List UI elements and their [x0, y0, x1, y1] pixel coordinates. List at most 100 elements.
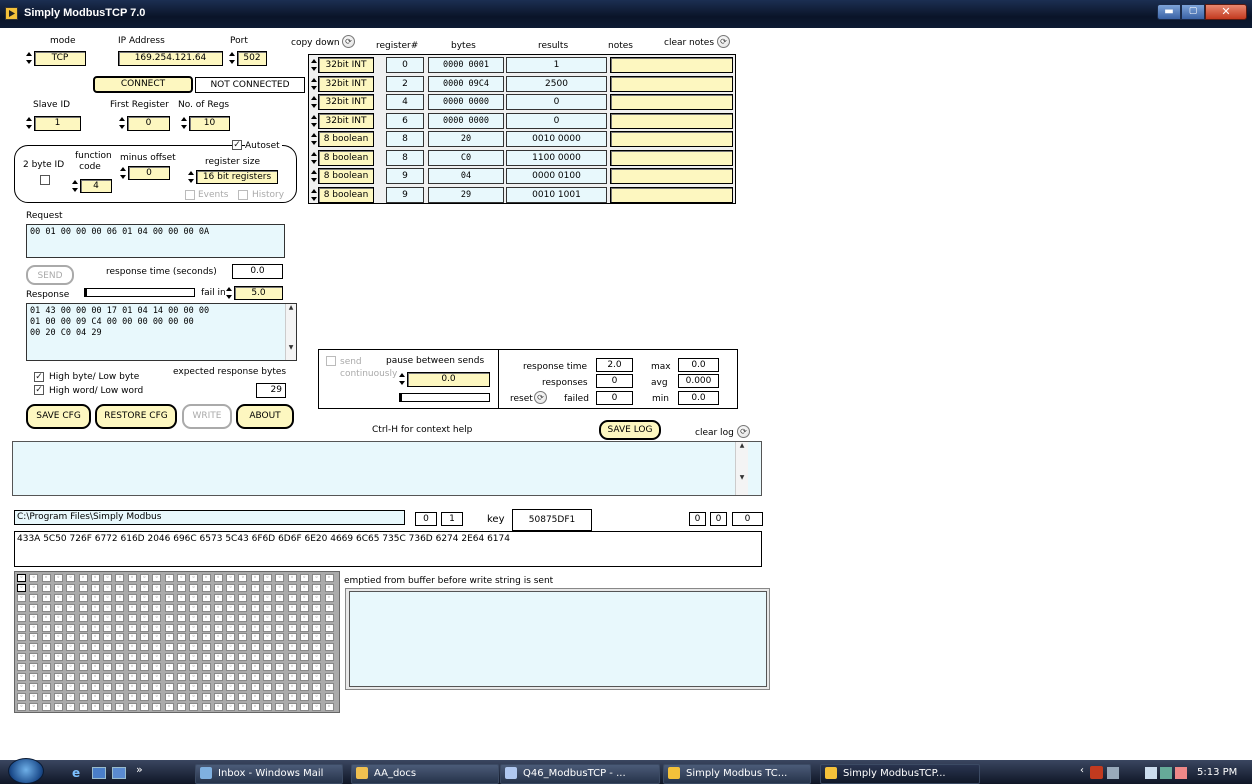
grid-cell[interactable]: ◦ [250, 692, 260, 701]
row-type[interactable]: 32bit INT [318, 113, 374, 129]
grid-cell[interactable]: ◦ [275, 663, 285, 672]
grid-cell[interactable]: ◦ [275, 603, 285, 612]
grid-cell[interactable]: ◦ [176, 593, 186, 602]
grid-cell[interactable]: ◦ [78, 603, 88, 612]
grid-cell[interactable]: ◦ [287, 673, 297, 681]
grid-cell[interactable]: ◦ [176, 702, 186, 711]
grid-cell[interactable]: ◦ [17, 702, 26, 711]
grid-cell[interactable]: ◦ [127, 653, 137, 662]
grid-cell[interactable]: ◦ [238, 663, 248, 672]
log-scrollbar[interactable]: ▲ ▼ [735, 442, 748, 495]
grid-cell[interactable]: ◦ [41, 682, 51, 691]
grid-cell[interactable]: ◦ [17, 653, 26, 662]
row-type[interactable]: 32bit INT [318, 76, 374, 92]
grid-cell[interactable]: ◦ [213, 653, 223, 662]
type-spinner[interactable] [311, 132, 317, 146]
quicklaunch-desktop-icon[interactable] [92, 767, 106, 779]
type-spinner[interactable] [311, 188, 317, 202]
grid-cell[interactable]: ◦ [275, 702, 285, 711]
grid-cell[interactable]: ◦ [176, 682, 186, 691]
grid-cell[interactable]: ◦ [115, 593, 125, 602]
restore-cfg-button[interactable]: RESTORE CFG [95, 404, 177, 429]
grid-cell[interactable]: ◦ [115, 702, 125, 711]
connect-button[interactable]: CONNECT [93, 76, 193, 93]
grid-cell[interactable]: ◦ [127, 583, 137, 592]
grid-cell[interactable]: ◦ [287, 682, 297, 691]
grid-cell[interactable]: ◦ [201, 593, 211, 602]
grid-cell[interactable]: ◦ [29, 653, 39, 662]
grid-cell[interactable]: ◦ [152, 663, 162, 672]
grid-cell[interactable]: ◦ [29, 702, 39, 711]
row-type[interactable]: 32bit INT [318, 57, 374, 73]
grid-cell[interactable]: ◦ [103, 623, 113, 632]
grid-cell[interactable]: ◦ [164, 583, 174, 592]
history-checkbox[interactable] [238, 190, 248, 200]
grid-cell[interactable]: ◦ [78, 653, 88, 662]
grid-cell[interactable]: ◦ [324, 692, 334, 701]
grid-cell[interactable]: ◦ [312, 574, 322, 582]
grid-cell[interactable]: ◦ [66, 682, 76, 691]
grid-cell[interactable]: ◦ [41, 653, 51, 662]
grid-cell[interactable]: ◦ [287, 663, 297, 672]
grid-cell[interactable]: ◦ [238, 692, 248, 701]
write-button[interactable]: WRITE [182, 404, 232, 429]
grid-cell[interactable]: ◦ [164, 633, 174, 642]
save-log-button[interactable]: SAVE LOG [599, 420, 661, 440]
grid-cell[interactable]: ◦ [189, 692, 199, 701]
grid-cell[interactable]: ◦ [238, 653, 248, 662]
grid-cell[interactable]: ◦ [176, 574, 186, 582]
grid-cell[interactable]: ◦ [226, 673, 236, 681]
grid-cell[interactable]: ◦ [29, 613, 39, 622]
port-input[interactable]: 502 [237, 51, 267, 66]
grid-cell[interactable]: ◦ [189, 603, 199, 612]
grid-cell[interactable]: ◦ [287, 574, 297, 582]
grid-cell[interactable]: ◦ [115, 643, 125, 652]
grid-cell[interactable]: ◦ [78, 663, 88, 672]
grid-cell[interactable]: ◦ [164, 653, 174, 662]
grid-cell[interactable]: ◦ [140, 663, 149, 672]
grid-cell[interactable]: ◦ [275, 643, 285, 652]
grid-cell[interactable]: ◦ [238, 574, 248, 582]
grid-cell[interactable]: ◦ [152, 593, 162, 602]
grid-cell[interactable]: ◦ [90, 633, 100, 642]
grid-cell[interactable]: ◦ [324, 623, 334, 632]
grid-cell[interactable]: ◦ [263, 593, 272, 602]
grid-cell[interactable]: ◦ [53, 682, 63, 691]
grid-cell[interactable]: ◦ [226, 653, 236, 662]
grid-cell[interactable]: ◦ [41, 574, 51, 582]
grid-cell[interactable]: ◦ [127, 574, 137, 582]
grid-cell[interactable]: ◦ [213, 702, 223, 711]
grid-cell[interactable]: ◦ [176, 583, 186, 592]
taskbar-item-modbus2[interactable]: Simply ModbusTCP... [820, 764, 980, 784]
grid-cell[interactable]: ◦ [127, 603, 137, 612]
grid-cell[interactable]: ◦ [189, 673, 199, 681]
grid-cell[interactable]: ◦ [152, 692, 162, 701]
grid-cell[interactable]: ◦ [250, 682, 260, 691]
grid-cell[interactable]: ◦ [189, 682, 199, 691]
grid-cell[interactable]: ◦ [275, 574, 285, 582]
grid-cell[interactable]: ◦ [201, 673, 211, 681]
grid-cell[interactable]: ◦ [312, 613, 322, 622]
grid-cell[interactable]: ◦ [324, 574, 334, 582]
grid-cell[interactable]: ◦ [324, 583, 334, 592]
grid-cell[interactable]: ◦ [275, 583, 285, 592]
grid-cell[interactable]: ◦ [275, 613, 285, 622]
grid-cell[interactable]: ◦ [103, 673, 113, 681]
grid-cell[interactable]: ◦ [90, 623, 100, 632]
grid-cell[interactable]: ◦ [115, 673, 125, 681]
grid-cell[interactable]: ◦ [189, 623, 199, 632]
save-cfg-button[interactable]: SAVE CFG [26, 404, 91, 429]
grid-cell[interactable]: ◦ [176, 603, 186, 612]
grid-cell[interactable]: ◦ [299, 702, 309, 711]
grid-cell[interactable]: ◦ [66, 692, 76, 701]
grid-cell[interactable]: ◦ [299, 574, 309, 582]
grid-cell[interactable]: ◦ [53, 593, 63, 602]
grid-cell[interactable]: ◦ [324, 603, 334, 612]
function-code-input[interactable]: 4 [80, 179, 112, 193]
grid-cell[interactable]: ◦ [189, 613, 199, 622]
grid-cell[interactable]: ◦ [250, 574, 260, 582]
grid-cell[interactable]: ◦ [164, 643, 174, 652]
grid-cell[interactable]: ◦ [189, 574, 199, 582]
bit-grid[interactable] [14, 571, 340, 713]
quicklaunch-more-icon[interactable]: » [136, 763, 143, 776]
